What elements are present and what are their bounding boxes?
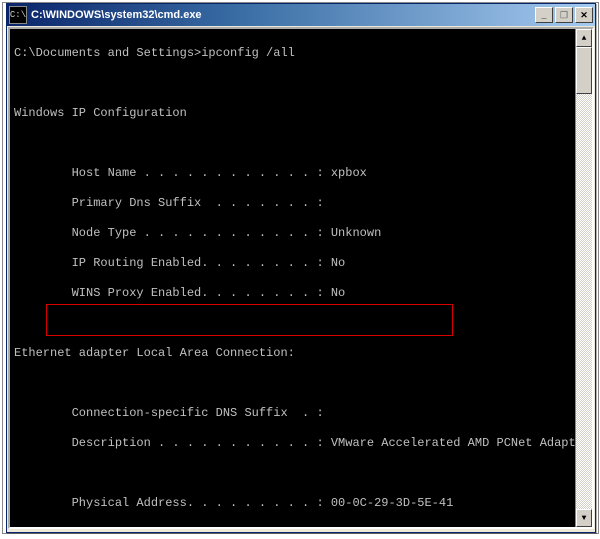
scroll-track[interactable] [576,47,592,509]
ipconfig-header: Windows IP Configuration [14,106,571,121]
cmd-window: C:\ C:\WINDOWS\system32\cmd.exe _ ❐ ✕ C:… [6,3,596,533]
blank-line [14,76,571,91]
prompt-path: C:\Documents and Settings> [14,46,201,60]
vertical-scrollbar[interactable]: ▲ ▼ [575,29,592,527]
minimize-button[interactable]: _ [535,7,553,23]
dns-highlight-annotation [46,304,453,336]
blank-line [14,376,571,391]
config-row-winsproxy: WINS Proxy Enabled. . . . . . . . : No [14,286,571,301]
scroll-down-button[interactable]: ▼ [576,509,592,527]
blank-line [14,466,571,481]
console-frame: C:\Documents and Settings>ipconfig /all … [8,27,594,529]
blank-line [14,136,571,151]
config-row-hostname: Host Name . . . . . . . . . . . . : xpbo… [14,166,571,181]
adapter-row-physaddr: Physical Address. . . . . . . . . : 00-0… [14,496,571,511]
scroll-thumb[interactable] [576,47,592,94]
titlebar[interactable]: C:\ C:\WINDOWS\system32\cmd.exe _ ❐ ✕ [7,4,595,26]
command-text: ipconfig /all [201,46,295,60]
adapter-header: Ethernet adapter Local Area Connection: [14,346,571,361]
config-row-dnssuffix: Primary Dns Suffix . . . . . . . : [14,196,571,211]
adapter-row-description: Description . . . . . . . . . . . : VMwa… [14,436,571,451]
screenshot-frame: C:\ C:\WINDOWS\system32\cmd.exe _ ❐ ✕ C:… [2,2,599,534]
close-button[interactable]: ✕ [575,7,593,23]
maximize-button[interactable]: ❐ [555,7,573,23]
adapter-row-connsuffix: Connection-specific DNS Suffix . : [14,406,571,421]
cmd-icon: C:\ [9,6,27,24]
window-title: C:\WINDOWS\system32\cmd.exe [31,9,535,21]
console-output[interactable]: C:\Documents and Settings>ipconfig /all … [10,29,575,527]
adapter-row-dhcp: Dhcp Enabled. . . . . . . . . . . : No [14,526,571,527]
config-row-nodetype: Node Type . . . . . . . . . . . . : Unkn… [14,226,571,241]
scroll-up-button[interactable]: ▲ [576,29,592,47]
config-row-iprouting: IP Routing Enabled. . . . . . . . : No [14,256,571,271]
window-controls: _ ❐ ✕ [535,7,593,23]
